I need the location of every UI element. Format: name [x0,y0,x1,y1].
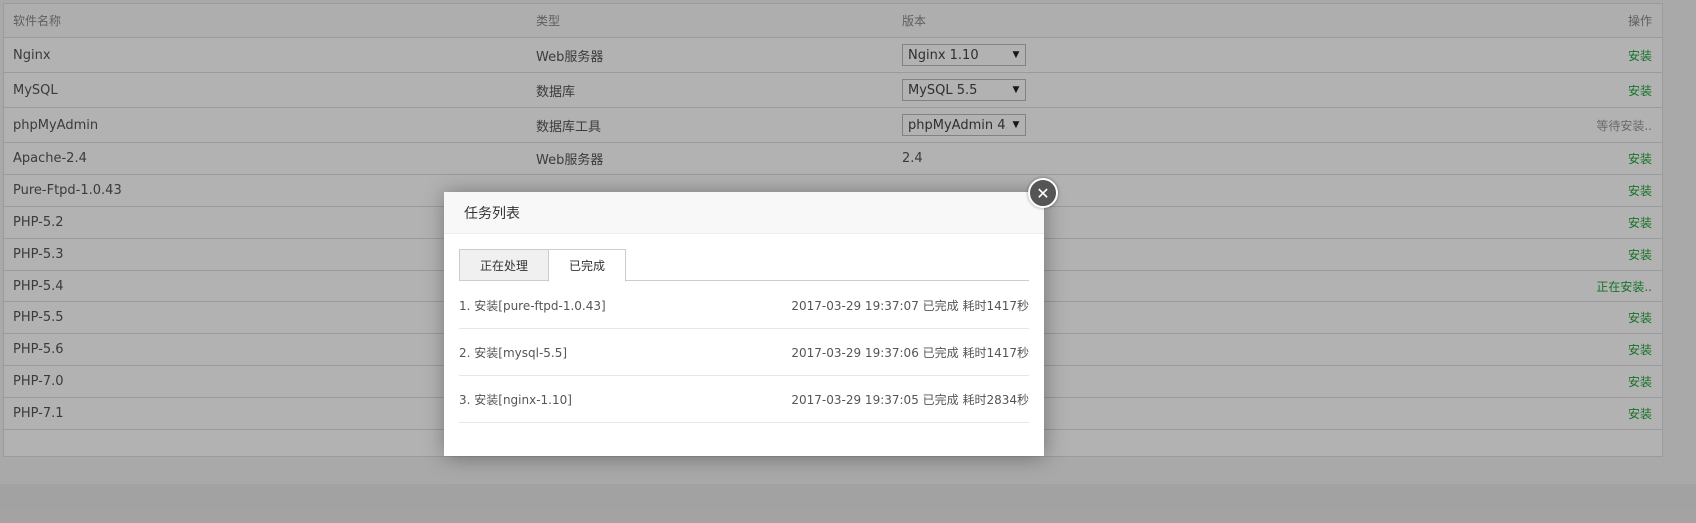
task-info: 2017-03-29 19:37:07 已完成 耗时1417秒 [791,298,1029,313]
modal-tabs: 正在处理 已完成 [459,249,1029,282]
tab-completed[interactable]: 已完成 [548,249,626,282]
task-item: 2. 安装[mysql-5.5] 2017-03-29 19:37:06 已完成… [459,329,1029,376]
task-item: 1. 安装[pure-ftpd-1.0.43] 2017-03-29 19:37… [459,282,1029,329]
task-item: 3. 安装[nginx-1.10] 2017-03-29 19:37:05 已完… [459,376,1029,423]
task-name: 1. 安装[pure-ftpd-1.0.43] [459,298,606,313]
task-info: 2017-03-29 19:37:05 已完成 耗时2834秒 [791,392,1029,407]
task-name: 3. 安装[nginx-1.10] [459,392,572,407]
task-name: 2. 安装[mysql-5.5] [459,345,568,360]
modal-title: 任务列表 [444,192,1044,234]
task-info: 2017-03-29 19:37:06 已完成 耗时1417秒 [791,345,1029,360]
tab-processing[interactable]: 正在处理 [459,249,549,281]
task-list-modal: 任务列表 ✕ 正在处理 已完成 1. 安装[pure-ftpd-1.0.43] … [444,178,1058,456]
task-list: 1. 安装[pure-ftpd-1.0.43] 2017-03-29 19:37… [459,282,1029,423]
close-icon[interactable]: ✕ [1028,178,1058,208]
